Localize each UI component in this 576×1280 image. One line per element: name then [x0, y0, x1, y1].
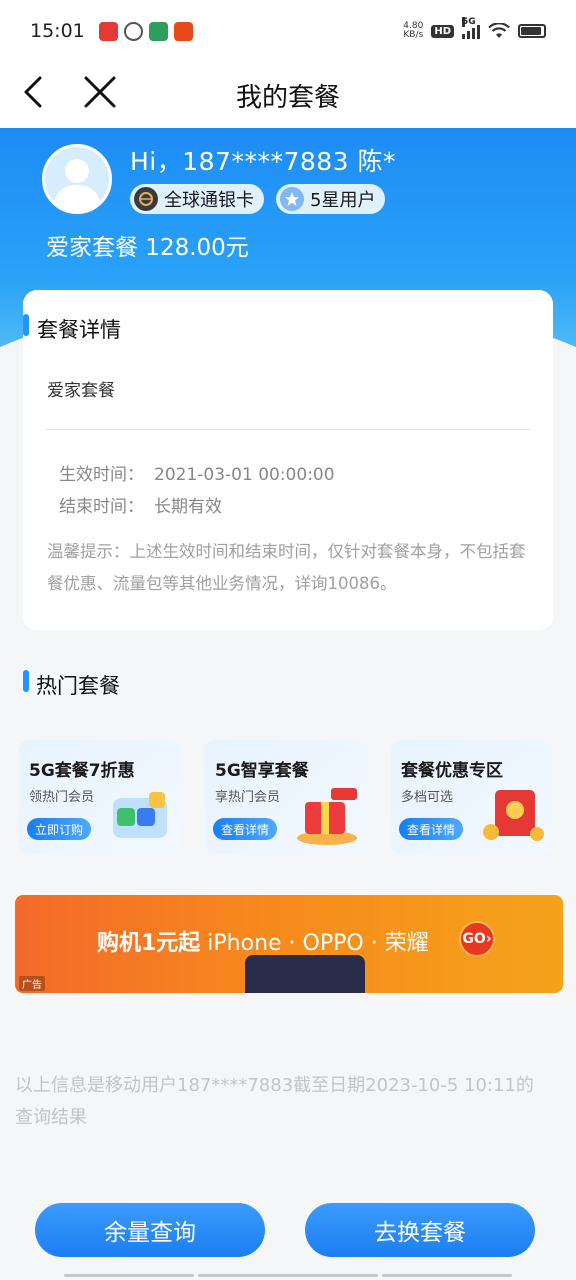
- hot-package-card[interactable]: 套餐优惠专区 多档可选 查看详情: [391, 740, 553, 854]
- app-notification-icon: [98, 21, 118, 41]
- plan-name: 爱家套餐: [47, 381, 115, 401]
- end-time-label: 结束时间：: [59, 497, 144, 517]
- query-result-note: 以上信息是移动用户187****7883截至日期2023-10-5 10:11的…: [15, 1075, 534, 1128]
- go-label: GO: [462, 931, 486, 947]
- status-time: 15:01: [30, 20, 85, 42]
- ad-text: 购机1元起 iPhone · OPPO · 荣耀: [97, 925, 429, 957]
- package-title: 套餐优惠专区: [401, 761, 503, 781]
- start-time-value: 2021-03-01 00:00:00: [154, 465, 335, 485]
- net-speed-unit: KB/s: [403, 30, 424, 40]
- package-title: 5G套餐7折惠: [29, 761, 135, 781]
- ad-text-bold: 购机1元起: [97, 931, 201, 956]
- hot-package-card[interactable]: 5G智享套餐 享热门会员 查看详情: [205, 740, 367, 854]
- start-time-row: 生效时间： 2021-03-01 00:00:00: [59, 460, 335, 485]
- section-title-hot: 热门套餐: [36, 674, 120, 698]
- package-subtitle: 享热门会员: [215, 790, 281, 805]
- member-level-text: 全球通银卡: [164, 190, 254, 211]
- membership-icons-art: [113, 792, 167, 838]
- end-time-value: 长期有效: [154, 497, 222, 517]
- user-greeting: Hi，187****7883 陈*: [130, 147, 397, 176]
- status-bar: 15:01 4.80 KB/s HD 5G: [0, 0, 576, 62]
- change-plan-button[interactable]: 去换套餐: [305, 1203, 535, 1257]
- net-speed: 4.80 KB/s: [403, 22, 423, 40]
- star-level-text: 5星用户: [310, 190, 376, 211]
- gift-box-art: [297, 788, 357, 845]
- package-subtitle: 领热门会员: [29, 790, 95, 805]
- section-marker: [23, 314, 29, 336]
- package-subtitle: 多档可选: [401, 790, 454, 805]
- gesture-bar: [64, 1274, 194, 1277]
- view-details-button[interactable]: 查看详情: [213, 818, 278, 840]
- hot-package-card[interactable]: 5G套餐7折惠 领热门会员 立即订购: [19, 740, 181, 854]
- ad-banner[interactable]: 购机1元起 iPhone · OPPO · 荣耀 GO › 广告: [15, 895, 563, 993]
- order-now-button[interactable]: 立即订购: [27, 818, 92, 840]
- hd-icon: HD: [431, 24, 454, 38]
- close-icon[interactable]: [80, 72, 120, 112]
- battery-icon: [518, 24, 546, 38]
- section-title-detail: 套餐详情: [37, 318, 121, 342]
- plan-summary: 爱家套餐 128.00元: [46, 235, 249, 261]
- app-notification-icon: [148, 21, 168, 41]
- network-type: 5G: [462, 17, 476, 27]
- gesture-bar: [382, 1274, 512, 1277]
- star-level-badge: 5星用户: [276, 184, 386, 214]
- nav-bar: 我的套餐: [0, 62, 576, 128]
- member-level-badge: 全球通银卡: [130, 184, 264, 214]
- avatar[interactable]: [42, 144, 112, 214]
- warm-tip: 温馨提示：上述生效时间和结束时间，仅针对套餐本身，不包括套餐优惠、流量包等其他业…: [47, 542, 526, 593]
- package-title: 5G智享套餐: [215, 761, 309, 781]
- end-time-row: 结束时间： 长期有效: [59, 492, 222, 517]
- start-time-label: 生效时间：: [59, 465, 144, 485]
- ad-text-brands: iPhone · OPPO · 荣耀: [200, 931, 429, 956]
- star-icon: [280, 187, 304, 211]
- phone-image: [245, 955, 365, 993]
- ad-label: 广告: [19, 976, 45, 991]
- wifi-icon: [488, 23, 510, 38]
- user-avatar-icon: [53, 159, 101, 211]
- global-card-icon: [134, 187, 158, 211]
- app-notification-icon: [173, 21, 193, 41]
- gesture-bar: [198, 1274, 378, 1277]
- balance-query-button[interactable]: 余量查询: [35, 1203, 265, 1257]
- status-indicators: 4.80 KB/s HD 5G: [403, 17, 546, 40]
- app-notification-icon: [123, 21, 143, 41]
- back-arrow-icon[interactable]: [18, 72, 58, 112]
- plan-detail-card: 套餐详情 爱家套餐 生效时间： 2021-03-01 00:00:00 结束时间：…: [23, 290, 553, 630]
- go-button[interactable]: GO ›: [459, 921, 495, 957]
- divider: [45, 429, 531, 430]
- red-envelope-art: [483, 790, 544, 841]
- signal-icon: 5G: [462, 17, 480, 39]
- section-marker: [23, 670, 29, 692]
- view-details-button[interactable]: 查看详情: [399, 818, 464, 840]
